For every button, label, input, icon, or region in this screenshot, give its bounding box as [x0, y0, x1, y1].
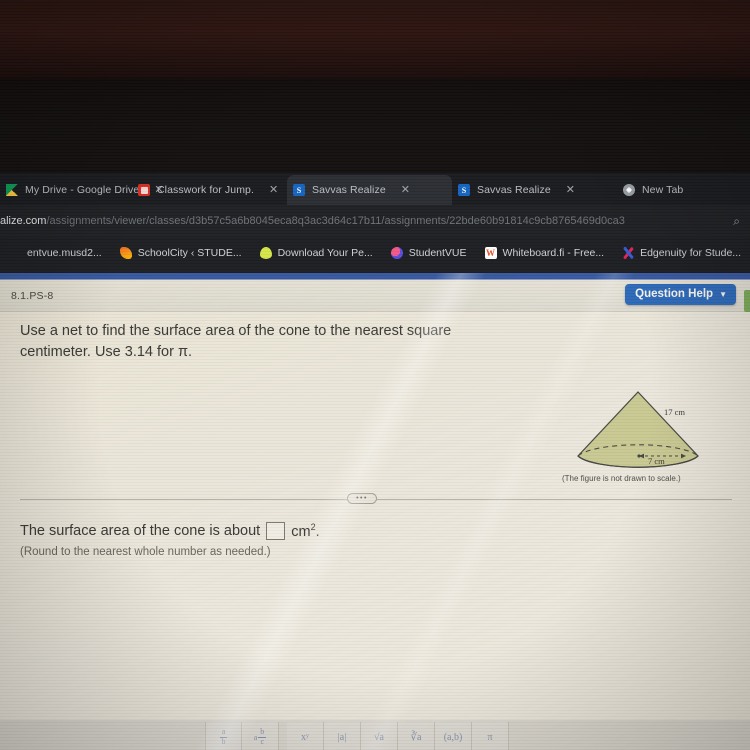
url-host: alize.com	[0, 215, 47, 227]
bookmark-label: Edgenuity for Stude...	[640, 247, 742, 259]
exercise-id: 8.1.PS-8	[11, 289, 54, 302]
absolute-value-button[interactable]: |a|	[324, 722, 361, 750]
monitor-bezel-top	[0, 0, 750, 78]
tab-strip: My Drive - Google Drive ✕ Classwork for …	[0, 173, 750, 205]
palette-separator	[279, 722, 287, 750]
tab-savvas-realize-2[interactable]: Savvas Realize ✕	[452, 175, 617, 205]
nth-root-button[interactable]: ∛a	[398, 722, 435, 750]
tab-new-tab[interactable]: New Tab	[617, 175, 712, 205]
address-bar[interactable]: alize.com/assignments/viewer/classes/d3b…	[0, 210, 727, 232]
exponent-button[interactable]: xʸ	[287, 722, 324, 750]
divider-dots[interactable]: •••	[347, 493, 377, 504]
studentvue-icon	[390, 247, 403, 259]
answer-statement: The surface area of the cone is about cm…	[20, 522, 320, 540]
bookmark-whiteboard-fi[interactable]: W Whiteboard.fi - Free...	[476, 247, 614, 259]
mixed-number-button[interactable]: abc	[242, 722, 279, 750]
bookmark-label: SchoolCity ‹ STUDE...	[137, 247, 242, 259]
question-help-button[interactable]: Question Help ▼	[625, 284, 736, 305]
answer-unit: cm2.	[291, 522, 319, 540]
bookmark-label: Whiteboard.fi - Free...	[502, 247, 605, 259]
mixed-whole: a	[253, 732, 258, 742]
close-icon[interactable]: ✕	[401, 184, 410, 196]
exercise-body: Use a net to find the surface area of th…	[0, 312, 750, 750]
question-help-label: Question Help	[635, 288, 714, 300]
slant-height-label: 17 cm	[664, 407, 686, 417]
tab-classwork[interactable]: Classwork for Jump. ✕	[132, 175, 287, 205]
figure-scale-note: (The figure is not drawn to scale.)	[562, 474, 681, 483]
chrome-icon	[623, 184, 635, 196]
savvas-realize-page: 8.1.PS-8 Question Help ▼ Use a net to fi…	[0, 273, 750, 750]
search-icon[interactable]: ⌕	[733, 214, 740, 229]
url-path: /assignments/viewer/classes/d3b57c5a6b80…	[46, 215, 625, 227]
close-icon[interactable]: ✕	[566, 184, 575, 196]
answer-prompt-text: The surface area of the cone is about	[20, 523, 261, 539]
pi-button[interactable]: π	[472, 722, 509, 750]
bookmark-label: StudentVUE	[408, 247, 467, 259]
tab-title: New Tab	[642, 184, 684, 196]
page-icon	[9, 247, 21, 259]
answer-unit-text: cm	[291, 523, 311, 540]
math-palette: ab abc xʸ |a| √a ∛a (a,b) π	[205, 722, 509, 750]
coordinate-pair-button[interactable]: (a,b)	[435, 722, 472, 750]
tab-title: My Drive - Google Drive	[25, 184, 140, 196]
exercise-header: 8.1.PS-8 Question Help ▼	[0, 280, 750, 312]
close-icon[interactable]: ✕	[269, 184, 278, 196]
green-accent-tab	[744, 290, 750, 312]
google-classroom-icon	[138, 184, 150, 196]
bookmark-schoolcity[interactable]: SchoolCity ‹ STUDE...	[111, 247, 251, 259]
tab-my-drive[interactable]: My Drive - Google Drive ✕	[0, 175, 164, 205]
bookmark-edgenuity[interactable]: Edgenuity for Stude...	[613, 247, 750, 259]
answer-unit-period: .	[315, 523, 320, 540]
tab-title: Classwork for Jump.	[157, 184, 255, 196]
savvas-icon	[293, 184, 305, 196]
google-drive-icon	[6, 184, 18, 196]
question-prompt: Use a net to find the surface area of th…	[20, 323, 452, 361]
tab-title: Savvas Realize	[312, 184, 386, 196]
bookmarks-bar: entvue.musd2... SchoolCity ‹ STUDE... Do…	[0, 237, 750, 269]
droplet-icon	[259, 247, 272, 259]
tab-savvas-realize-1[interactable]: Savvas Realize ✕	[287, 175, 452, 205]
radius-label: 7 cm	[648, 456, 665, 466]
savvas-icon	[458, 184, 470, 196]
bookmark-label: entvue.musd2...	[27, 247, 102, 259]
edgenuity-icon	[622, 247, 634, 259]
bookmark-studentvue[interactable]: StudentVUE	[382, 247, 476, 259]
fraction-button[interactable]: ab	[205, 722, 242, 750]
tab-title: Savvas Realize	[477, 184, 551, 196]
cone-figure: 17 cm 7 cm (The figure is not drawn to s…	[560, 384, 745, 492]
square-root-button[interactable]: √a	[361, 722, 398, 750]
bookmark-download-your-pe[interactable]: Download Your Pe...	[251, 247, 382, 259]
fraction-denominator: b	[221, 737, 226, 746]
mixed-denominator: c	[260, 737, 265, 746]
chevron-down-icon: ▼	[719, 289, 727, 299]
omnibox-row: alize.com/assignments/viewer/classes/d3b…	[0, 205, 750, 237]
bookmark-label: Download Your Pe...	[277, 247, 373, 259]
monitor-bezel-mid	[0, 78, 750, 173]
page-top-rule	[0, 273, 750, 280]
whiteboard-icon: W	[484, 247, 497, 259]
rounding-note: (Round to the nearest whole number as ne…	[20, 546, 271, 558]
bookmark-studentvue-musd[interactable]: entvue.musd2...	[0, 247, 111, 259]
answer-input[interactable]	[266, 522, 286, 540]
browser-chrome: My Drive - Google Drive ✕ Classwork for …	[0, 173, 750, 273]
photo-of-screen: My Drive - Google Drive ✕ Classwork for …	[0, 0, 750, 750]
flame-icon	[119, 247, 132, 259]
